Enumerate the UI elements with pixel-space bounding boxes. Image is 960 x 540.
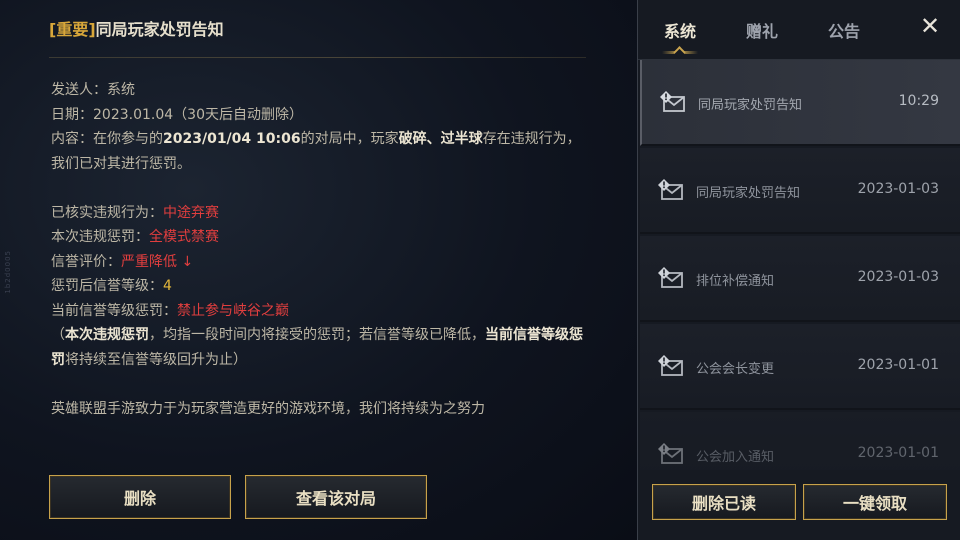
list-item-time: 2023-01-03 [857,269,939,285]
content-text: 的对局中，玩家 [300,131,399,147]
note-text: 将持续至信誉等级回升为止） [65,351,247,368]
tab-gift[interactable]: 赠礼 [746,18,778,42]
player-names: 破碎、过半球 [398,131,483,147]
mail-list: 同局玩家处罚告知 10:29 同局玩家处罚告知 2023-01-03 排位补偿通… [638,60,960,470]
active-tab-caret [673,46,686,59]
credit-level-value: 4 [163,278,172,294]
date-row: 日期：2023.01.04（30天后自动删除） [51,103,591,128]
delete-read-button[interactable]: 删除已读 [652,484,796,520]
date-note: （30天后自动删除） [173,106,303,123]
date-value: 2023.01.04 [93,106,174,123]
mail-icon [658,179,683,200]
mail-icon [660,91,685,112]
credit-limit-value: 禁止参与峡谷之巅 [177,302,289,319]
delete-button[interactable]: 删除 [49,475,231,519]
mail-content: 发送人：系统 日期：2023.01.04（30天后自动删除） 内容：在你参与的2… [51,78,591,421]
note-bold: 本次违规惩罚 [65,327,149,343]
sender-row: 发送人：系统 [51,78,591,103]
mail-title-text: 同局玩家处罚告知 [95,20,224,39]
credit-value: 严重降低 ↓ [121,253,194,270]
note-paragraph: （本次违规惩罚，均指一段时间内将接受的惩罚；若信誉等级已降低，当前信誉等级惩罚将… [51,323,591,372]
mail-detail-panel: 1b2d0005 [重要]同局玩家处罚告知 发送人：系统 日期：2023.01.… [0,0,637,540]
punishment-value: 全模式禁赛 [149,229,219,245]
claim-all-button[interactable]: 一键领取 [803,484,947,520]
list-item-title: 同局玩家处罚告知 [696,186,801,201]
note-text: （ [51,327,65,343]
credit-level-label: 惩罚后信誉等级： [51,278,163,294]
violation-label: 已核实违规行为： [51,204,163,221]
credit-row: 信誉评价：严重降低 ↓ [51,250,591,275]
tab-notice[interactable]: 公告 [828,18,860,42]
credit-limit-label: 当前信誉等级惩罚： [51,302,177,319]
content-label: 内容： [51,131,93,147]
mail-icon [658,443,683,464]
list-item-title: 同局玩家处罚告知 [698,98,803,113]
view-match-button[interactable]: 查看该对局 [245,475,427,519]
list-item-title: 排位补偿通知 [696,274,775,289]
list-item-title: 公会会长变更 [696,362,775,377]
mail-title: [重要]同局玩家处罚告知 [49,16,224,40]
watermark: 1b2d0005 [4,250,12,294]
list-item-time: 2023-01-01 [857,445,939,461]
mail-list-panel: 系统 赠礼 公告 ✕ 同局玩家处罚告知 10:29 同局玩家处罚告知 2023-… [637,0,960,540]
list-item-title: 公会加入通知 [696,450,775,465]
content-text: 在你参与的 [93,131,163,147]
content-paragraph: 内容：在你参与的2023/01/04 10:06的对局中，玩家破碎、过半球存在违… [51,127,591,176]
mail-tabs: 系统 赠礼 公告 ✕ [638,0,960,60]
violation-value: 中途弃赛 [163,204,219,221]
close-icon[interactable]: ✕ [916,12,944,40]
list-item[interactable]: 公会加入通知 2023-01-01 [640,412,960,470]
list-item[interactable]: 同局玩家处罚告知 2023-01-03 [640,148,960,234]
list-item-time: 2023-01-01 [857,357,939,373]
sender-value: 系统 [107,82,135,98]
match-time: 2023/01/04 10:06 [163,131,301,147]
list-item[interactable]: 公会会长变更 2023-01-01 [640,324,960,410]
date-label: 日期： [51,106,93,123]
sender-label: 发送人： [51,82,107,98]
mail-icon [658,267,683,288]
list-item[interactable]: 同局玩家处罚告知 10:29 [640,60,960,146]
footer-text: 英雄联盟手游致力于为玩家营造更好的游戏环境，我们将持续为之努力 [51,400,485,417]
title-divider [49,57,586,58]
list-item-time: 10:29 [898,93,939,109]
credit-level-row: 惩罚后信誉等级：4 [51,274,591,299]
note-text: ，均指一段时间内将接受的惩罚；若信誉等级已降低， [149,327,485,343]
credit-label: 信誉评价： [51,253,121,270]
mail-icon [658,355,683,376]
tab-system[interactable]: 系统 [664,18,696,42]
punishment-row: 本次违规惩罚：全模式禁赛 [51,225,591,250]
violation-row: 已核实违规行为：中途弃赛 [51,201,591,226]
list-item[interactable]: 排位补偿通知 2023-01-03 [640,236,960,322]
important-tag: [重要] [49,20,96,39]
list-item-time: 2023-01-03 [857,181,939,197]
credit-limit-row: 当前信誉等级惩罚：禁止参与峡谷之巅 [51,299,591,324]
list-actions: 删除已读 一键领取 [638,470,960,540]
punishment-label: 本次违规惩罚： [51,229,149,245]
